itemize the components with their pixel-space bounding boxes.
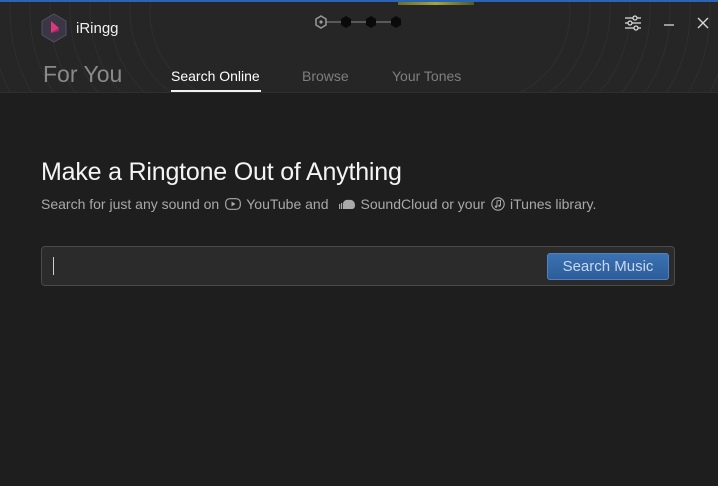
soundcloud-icon [338,199,356,209]
tab-for-you[interactable]: For You [43,61,122,88]
minimize-button[interactable] [658,12,680,34]
close-icon [697,17,709,29]
sliders-icon [625,15,641,31]
tab-your-tones[interactable]: Your Tones [392,68,461,84]
app-title: iRingg [76,20,119,37]
iringg-logo-icon[interactable] [40,13,68,43]
page-subtitle: Search for just any sound on YouTube and… [41,196,596,212]
text-caret [53,257,54,275]
itunes-icon [491,197,505,211]
subtitle-prefix: Search for just any sound on [41,196,220,212]
youtube-icon [225,198,242,210]
progress-steps-icon [315,15,401,29]
search-music-button[interactable]: Search Music [547,253,669,280]
page-headline: Make a Ringtone Out of Anything [41,158,402,186]
search-input[interactable] [56,253,540,281]
subtitle-itunes: iTunes library. [510,196,597,212]
search-bar: Search Music [41,246,675,286]
minimize-icon [664,24,674,26]
tab-browse[interactable]: Browse [302,68,349,84]
close-button[interactable] [692,12,714,34]
active-tab-indicator [171,90,261,92]
tab-search-online[interactable]: Search Online [171,68,260,84]
settings-button[interactable] [622,12,644,34]
subtitle-soundcloud: SoundCloud or your [360,196,486,212]
subtitle-youtube: YouTube and [246,196,329,212]
header-thumbnail [398,2,474,5]
app-header: iRingg For You Search Online Browse Your… [0,2,718,93]
